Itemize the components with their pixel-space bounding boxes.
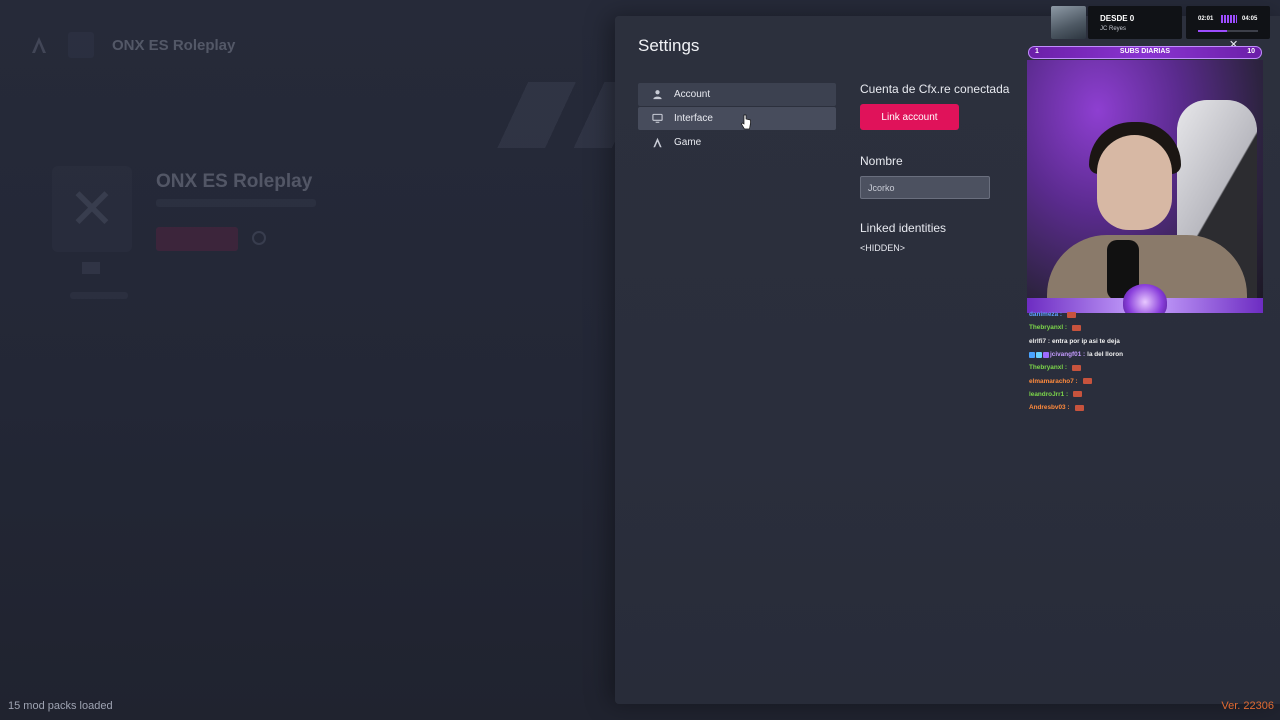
name-label: Nombre (860, 154, 903, 168)
server-thumbnail (68, 32, 94, 58)
now-playing-progress: 02:01 04:05 (1186, 6, 1270, 39)
chat-message: elmamaracho7 : (1029, 374, 1269, 387)
song-progress-fill (1198, 30, 1228, 32)
chat-username: Thebryanxl : (1029, 324, 1067, 332)
settings-title: Settings (638, 36, 700, 55)
refresh-icon (252, 231, 266, 245)
song-progress-track (1198, 30, 1258, 32)
album-art (1051, 6, 1086, 39)
linked-identities-label: Linked identities (860, 221, 947, 235)
chat-emote-icon (1082, 378, 1092, 385)
monitor-icon (648, 113, 666, 124)
connect-button (156, 227, 238, 251)
nav-item-account[interactable]: Account (638, 83, 836, 106)
chat-username: leandroJrr1 : (1029, 390, 1069, 398)
equalizer-icon (1221, 15, 1237, 23)
stream-chat: danimeza : Thebryanxl : elrlfi7 : entra por… (1029, 308, 1269, 414)
chat-message: Thebryanxl : (1029, 361, 1269, 374)
mouse-cursor-icon (741, 114, 751, 130)
now-playing-info: DESDE 0 JC Reyes (1088, 6, 1182, 39)
chat-message: danimeza : (1029, 308, 1269, 321)
cfx-account-label: Cuenta de Cfx.re conectada (860, 82, 1010, 96)
player-count (70, 292, 128, 299)
version-label: Ver. 22306 (1221, 700, 1274, 712)
settings-nav: Account Interface Game (638, 83, 836, 155)
chat-badge-icon (1029, 351, 1035, 358)
user-icon (648, 89, 666, 100)
chat-badge-icon (1036, 351, 1042, 358)
mod-status: 15 mod packs loaded (8, 700, 113, 712)
chat-username: jcivangf01 : (1050, 351, 1086, 359)
chat-badge-icon (1043, 351, 1049, 358)
top-server-name: ONX ES Roleplay (112, 37, 236, 54)
server-description (156, 199, 316, 207)
server-name: ONX ES Roleplay (156, 171, 313, 192)
nav-item-label: Account (674, 89, 711, 100)
link-account-button[interactable]: Link account (860, 104, 959, 130)
chat-emote-icon (1067, 311, 1077, 318)
chat-username: Thebryanxl : (1029, 364, 1067, 372)
chat-emote-icon (1074, 404, 1084, 411)
song-artist: JC Reyes (1100, 26, 1127, 32)
webcam-feed (1027, 60, 1263, 313)
chat-username: Andresbv03 : (1029, 404, 1070, 412)
chat-message: leandroJrr1 : (1029, 388, 1269, 401)
chat-message: jcivangf01 : la del lloron (1029, 348, 1269, 361)
subs-goal-label: SUBS DIARIAS (1119, 48, 1171, 55)
elapsed-time: 02:01 (1198, 16, 1214, 22)
nav-item-label: Interface (674, 113, 713, 124)
chat-username: elmamaracho7 : (1029, 377, 1078, 385)
chat-emote-icon (1072, 364, 1081, 371)
app-logo-icon (32, 37, 46, 53)
chat-message: elrlfi7 : entra por ip asi te deja (1029, 335, 1269, 348)
chat-username: danimeza : (1029, 311, 1063, 319)
song-title: DESDE 0 (1100, 14, 1135, 23)
subs-goal-max: 10 (1247, 48, 1255, 55)
chat-message: Andresbv03 : (1029, 401, 1269, 414)
flag-icon (82, 262, 100, 274)
server-logo-icon: ✕ (52, 166, 132, 252)
chat-username: elrlfi7 : (1029, 337, 1050, 345)
total-time: 04:05 (1242, 16, 1258, 22)
linked-identities-value: <HIDDEN> (860, 243, 906, 253)
chat-message: Thebryanxl : (1029, 321, 1269, 334)
streamer-face (1097, 135, 1172, 230)
chat-emote-icon (1072, 324, 1081, 331)
subs-goal-bar: 1 SUBS DIARIAS 10 (1028, 46, 1262, 59)
game-logo-icon (648, 137, 666, 148)
chat-text: entra por ip asi te deja (1051, 337, 1120, 345)
nav-item-game[interactable]: Game (638, 131, 836, 154)
chat-text: la del lloron (1087, 351, 1124, 359)
chat-emote-icon (1073, 391, 1083, 398)
nav-item-interface[interactable]: Interface (638, 107, 836, 130)
name-input[interactable]: Jcorko (860, 176, 990, 199)
nav-item-label: Game (674, 137, 702, 148)
